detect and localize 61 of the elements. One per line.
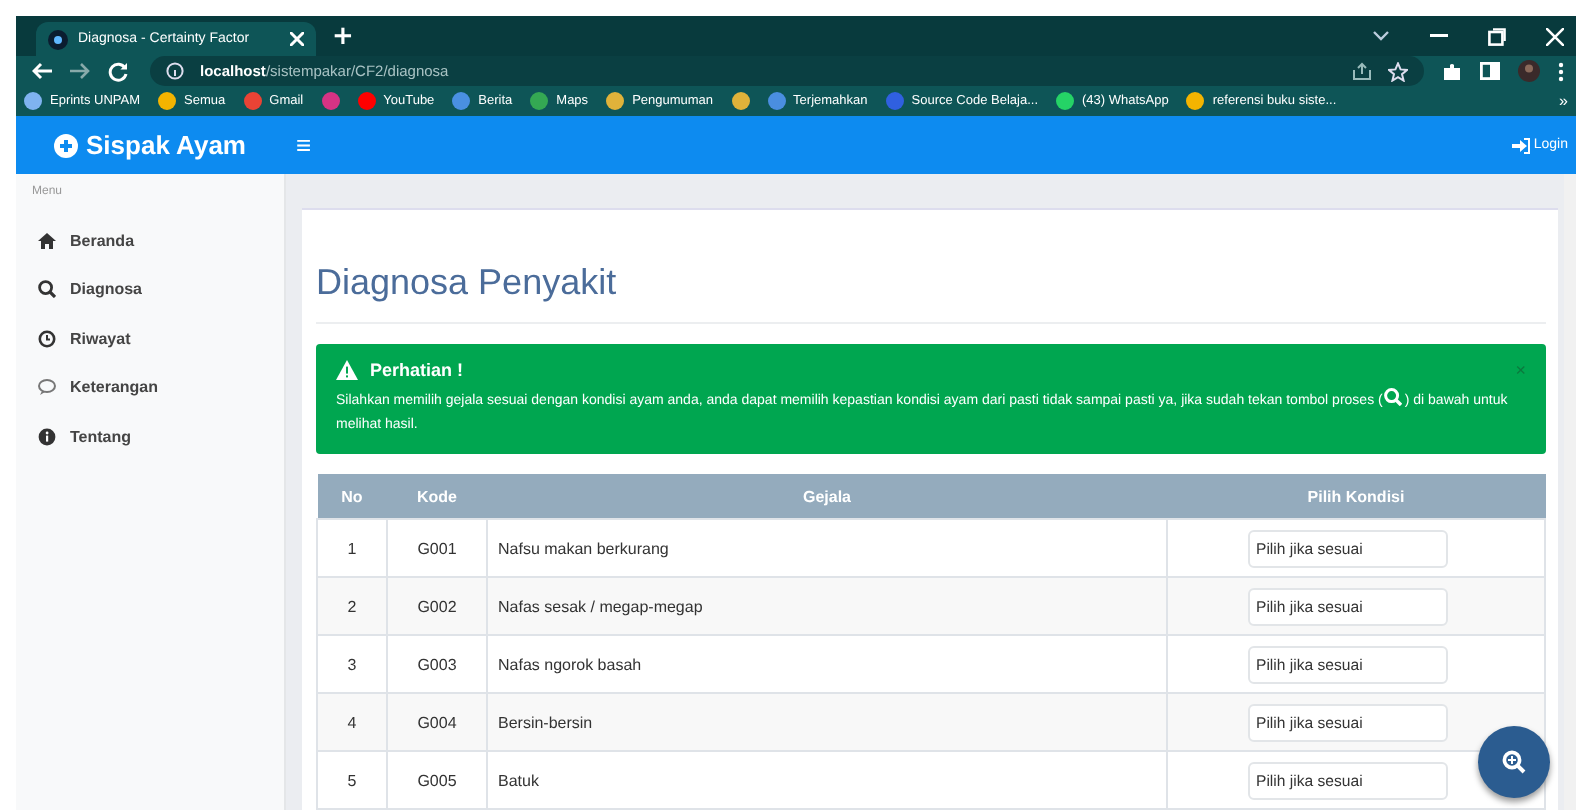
bookmark-icon[interactable] <box>606 92 625 111</box>
search-icon <box>1502 750 1526 774</box>
search-icon <box>1384 388 1403 406</box>
bookmark-icon[interactable] <box>357 92 376 111</box>
table-cell: 2 <box>317 577 387 635</box>
bookmark-icon[interactable] <box>1056 92 1074 111</box>
home-icon <box>38 231 56 250</box>
alert-title: Perhatian ! <box>370 360 464 380</box>
brand-logo[interactable]: Sispak Ayam <box>16 130 284 160</box>
share-icon[interactable] <box>1352 62 1372 81</box>
plus-circle-icon <box>54 133 79 157</box>
login-icon <box>1511 137 1530 153</box>
warning-icon <box>336 360 358 380</box>
side-panel-icon[interactable] <box>1480 62 1500 81</box>
bookmark-icon[interactable] <box>452 92 471 111</box>
search-icon <box>38 280 56 299</box>
back-icon[interactable] <box>32 62 52 81</box>
table-cell: Batuk <box>487 751 1167 809</box>
table-cell: Nafsu makan berkurang <box>487 519 1167 577</box>
bookmark-icon[interactable] <box>24 92 42 111</box>
column-header: Pilih Kondisi <box>1167 474 1545 519</box>
table-cell: 1 <box>317 519 387 577</box>
new-tab-button[interactable]: + <box>332 22 354 54</box>
sidebar-item[interactable]: Diagnosa <box>16 265 284 314</box>
sidebar-item[interactable]: Tentang <box>16 412 284 461</box>
bookmark-icon[interactable] <box>530 92 549 111</box>
clock-icon <box>38 329 56 348</box>
menu-button[interactable]: ≡ <box>296 130 312 160</box>
avatar-icon[interactable] <box>1518 60 1540 83</box>
close-icon[interactable] <box>1546 27 1564 45</box>
table-cell: Nafas sesak / megap-megap <box>487 577 1167 635</box>
sidebar-item[interactable]: Riwayat <box>16 314 284 363</box>
bookmark-icon[interactable] <box>1186 92 1205 111</box>
table-cell: G005 <box>387 751 487 809</box>
sidebar-item[interactable]: Keterangan <box>16 363 284 412</box>
column-header: Kode <box>387 474 487 519</box>
table-cell: Bersin-bersin <box>487 693 1167 751</box>
bookmark-icon[interactable] <box>158 92 177 111</box>
puzzle-icon[interactable] <box>1442 61 1462 82</box>
info-icon <box>38 427 56 446</box>
minimize-icon[interactable] <box>1430 34 1448 38</box>
star-icon[interactable] <box>1388 61 1408 82</box>
reload-icon[interactable] <box>108 61 128 82</box>
page-title: Diagnosa Penyakit <box>316 230 1546 324</box>
table-cell: G004 <box>387 693 487 751</box>
restore-icon[interactable] <box>1488 27 1506 45</box>
close-icon[interactable] <box>290 32 304 46</box>
more-icon[interactable] <box>1558 61 1564 82</box>
column-header: No <box>317 474 387 519</box>
chevron-down-icon[interactable] <box>1372 30 1390 42</box>
table-cell: 4 <box>317 693 387 751</box>
forward-icon[interactable] <box>70 62 90 81</box>
bookmark[interactable] <box>731 92 750 111</box>
speech-bubble-icon <box>38 378 56 397</box>
column-header: Gejala <box>487 474 1167 519</box>
more-bookmarks-button[interactable]: » <box>1559 92 1568 111</box>
info-icon <box>166 62 184 81</box>
table-cell: G002 <box>387 577 487 635</box>
sidebar-item[interactable]: Beranda <box>16 216 284 265</box>
table-cell: 5 <box>317 751 387 809</box>
bookmark-icon[interactable] <box>767 92 786 111</box>
